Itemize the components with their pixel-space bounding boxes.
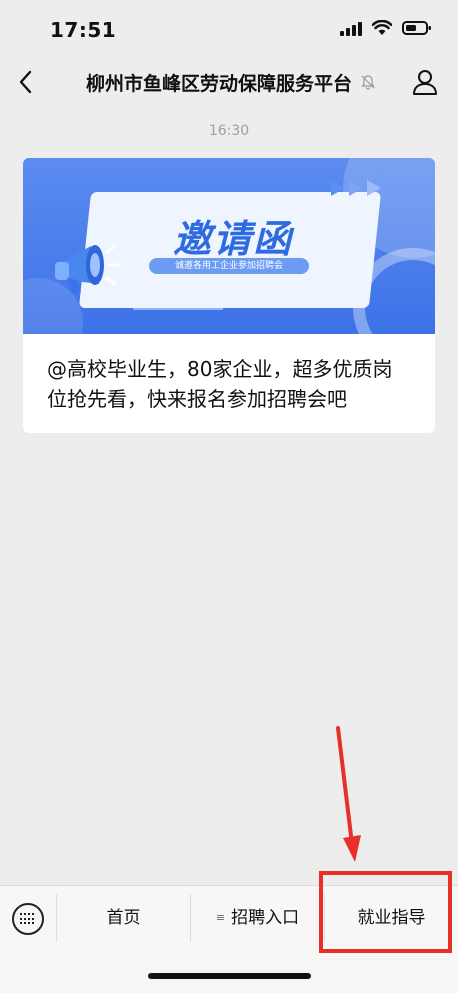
submenu-icon: ≡ [215,911,226,924]
status-bar: 17:51 [0,0,458,56]
red-arrow-icon [336,726,361,862]
signal-icon [340,20,362,36]
profile-icon[interactable] [412,68,438,96]
banner-image: 邀请函 诚邀各用工企业参加招聘会 [23,158,435,334]
keyboard-toggle-button[interactable] [12,903,44,935]
banner-heading: 邀请函 [172,217,293,261]
page-title: 柳州市鱼峰区劳动保障服务平台 [85,73,352,95]
megaphone-icon [55,244,121,294]
menu-item-recruitment[interactable]: ≡ 招聘入口 [191,886,324,950]
menu-item-label: 首页 [106,908,141,928]
banner-subtitle: 诚邀各用工企业参加招聘会 [149,258,309,274]
highlight-box [319,871,452,953]
message-timestamp: 16:30 [208,123,250,139]
status-time: 17:51 [50,18,117,42]
banner-divider [133,308,223,310]
article-text: @高校毕业生，80家企业，超多优质岗位抢先看，快来报名参加招聘会吧 [47,357,393,411]
wifi-icon [372,20,392,35]
mute-bell-icon [361,75,375,90]
battery-icon [402,21,431,35]
arrows-icon [331,180,381,196]
nav-bar: 柳州市鱼峰区劳动保障服务平台 [0,56,458,108]
home-indicator [148,973,311,979]
menu-item-label: 招聘入口 [231,908,300,928]
keyboard-icon [20,913,36,925]
menu-item-home[interactable]: 首页 [57,886,190,950]
status-icons [340,20,432,36]
back-icon[interactable] [14,68,38,96]
article-card[interactable]: 邀请函 诚邀各用工企业参加招聘会 @高校毕业生，80家企业，超多优质岗位抢先看，… [23,158,435,433]
